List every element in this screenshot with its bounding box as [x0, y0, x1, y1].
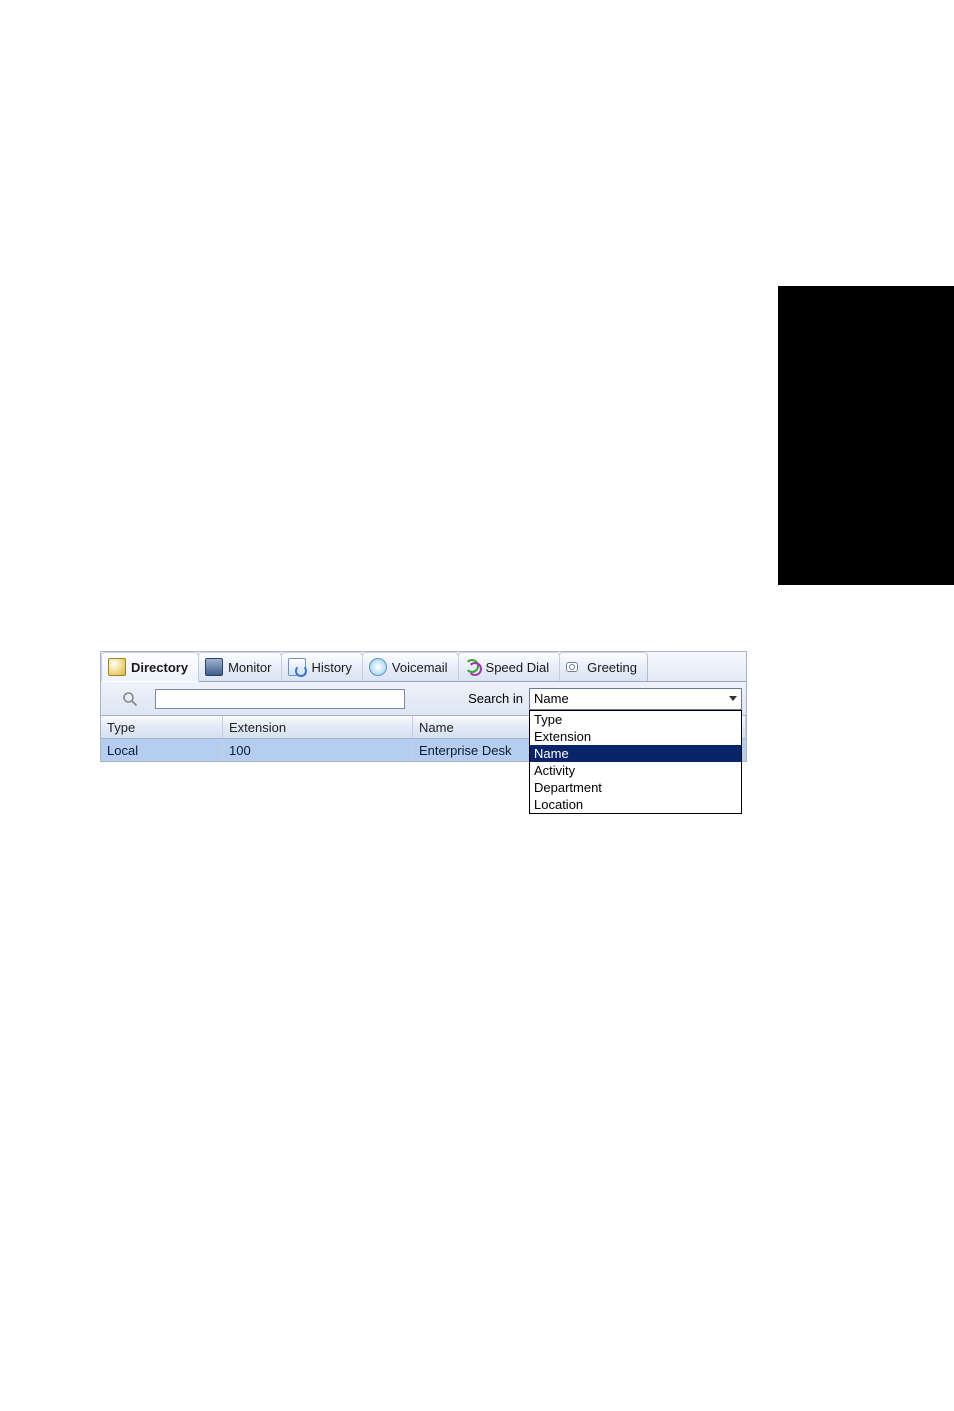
- search-option-extension[interactable]: Extension: [530, 728, 741, 745]
- search-input[interactable]: [155, 689, 405, 709]
- tab-voicemail[interactable]: Voicemail: [362, 652, 459, 681]
- tab-label-directory: Directory: [131, 660, 188, 675]
- directory-icon: [108, 658, 126, 676]
- tab-strip: Directory Monitor History Voicemail Spee…: [101, 652, 746, 682]
- search-option-type[interactable]: Type: [530, 711, 741, 728]
- tab-greeting[interactable]: Greeting: [559, 652, 648, 681]
- tab-directory[interactable]: Directory: [101, 652, 199, 682]
- chevron-down-icon: [729, 696, 737, 701]
- search-field-combo: Name Type Extension Name Activity Depart…: [529, 688, 742, 710]
- search-option-name[interactable]: Name: [530, 745, 741, 762]
- history-icon: [288, 658, 306, 676]
- col-header-type[interactable]: Type: [101, 716, 223, 738]
- tab-speed-dial[interactable]: Speed Dial: [458, 652, 561, 681]
- greeting-icon: [566, 659, 582, 675]
- search-in-label: Search in: [468, 691, 523, 706]
- search-toolbar: Search in Name Type Extension Name Activ…: [101, 682, 746, 716]
- tab-monitor[interactable]: Monitor: [198, 652, 282, 681]
- tab-history[interactable]: History: [281, 652, 362, 681]
- tab-label-voicemail: Voicemail: [392, 660, 448, 675]
- search-field-options: Type Extension Name Activity Department …: [529, 710, 742, 814]
- tab-label-greeting: Greeting: [587, 660, 637, 675]
- search-option-location[interactable]: Location: [530, 796, 741, 813]
- search-option-department[interactable]: Department: [530, 779, 741, 796]
- search-field-selected: Name: [534, 691, 569, 706]
- voicemail-icon: [369, 658, 387, 676]
- tab-label-monitor: Monitor: [228, 660, 271, 675]
- cell-type: Local: [101, 741, 223, 760]
- search-field-dropdown[interactable]: Name: [529, 688, 742, 710]
- search-option-activity[interactable]: Activity: [530, 762, 741, 779]
- monitor-icon: [205, 658, 223, 676]
- tab-label-history: History: [311, 660, 351, 675]
- col-header-extension[interactable]: Extension: [223, 716, 413, 738]
- cell-extension: 100: [223, 741, 413, 760]
- directory-panel: Directory Monitor History Voicemail Spee…: [100, 651, 747, 762]
- black-rectangle: [778, 286, 954, 585]
- refresh-icon: [465, 659, 481, 675]
- tab-label-speed-dial: Speed Dial: [486, 660, 550, 675]
- search-icon: [105, 691, 155, 707]
